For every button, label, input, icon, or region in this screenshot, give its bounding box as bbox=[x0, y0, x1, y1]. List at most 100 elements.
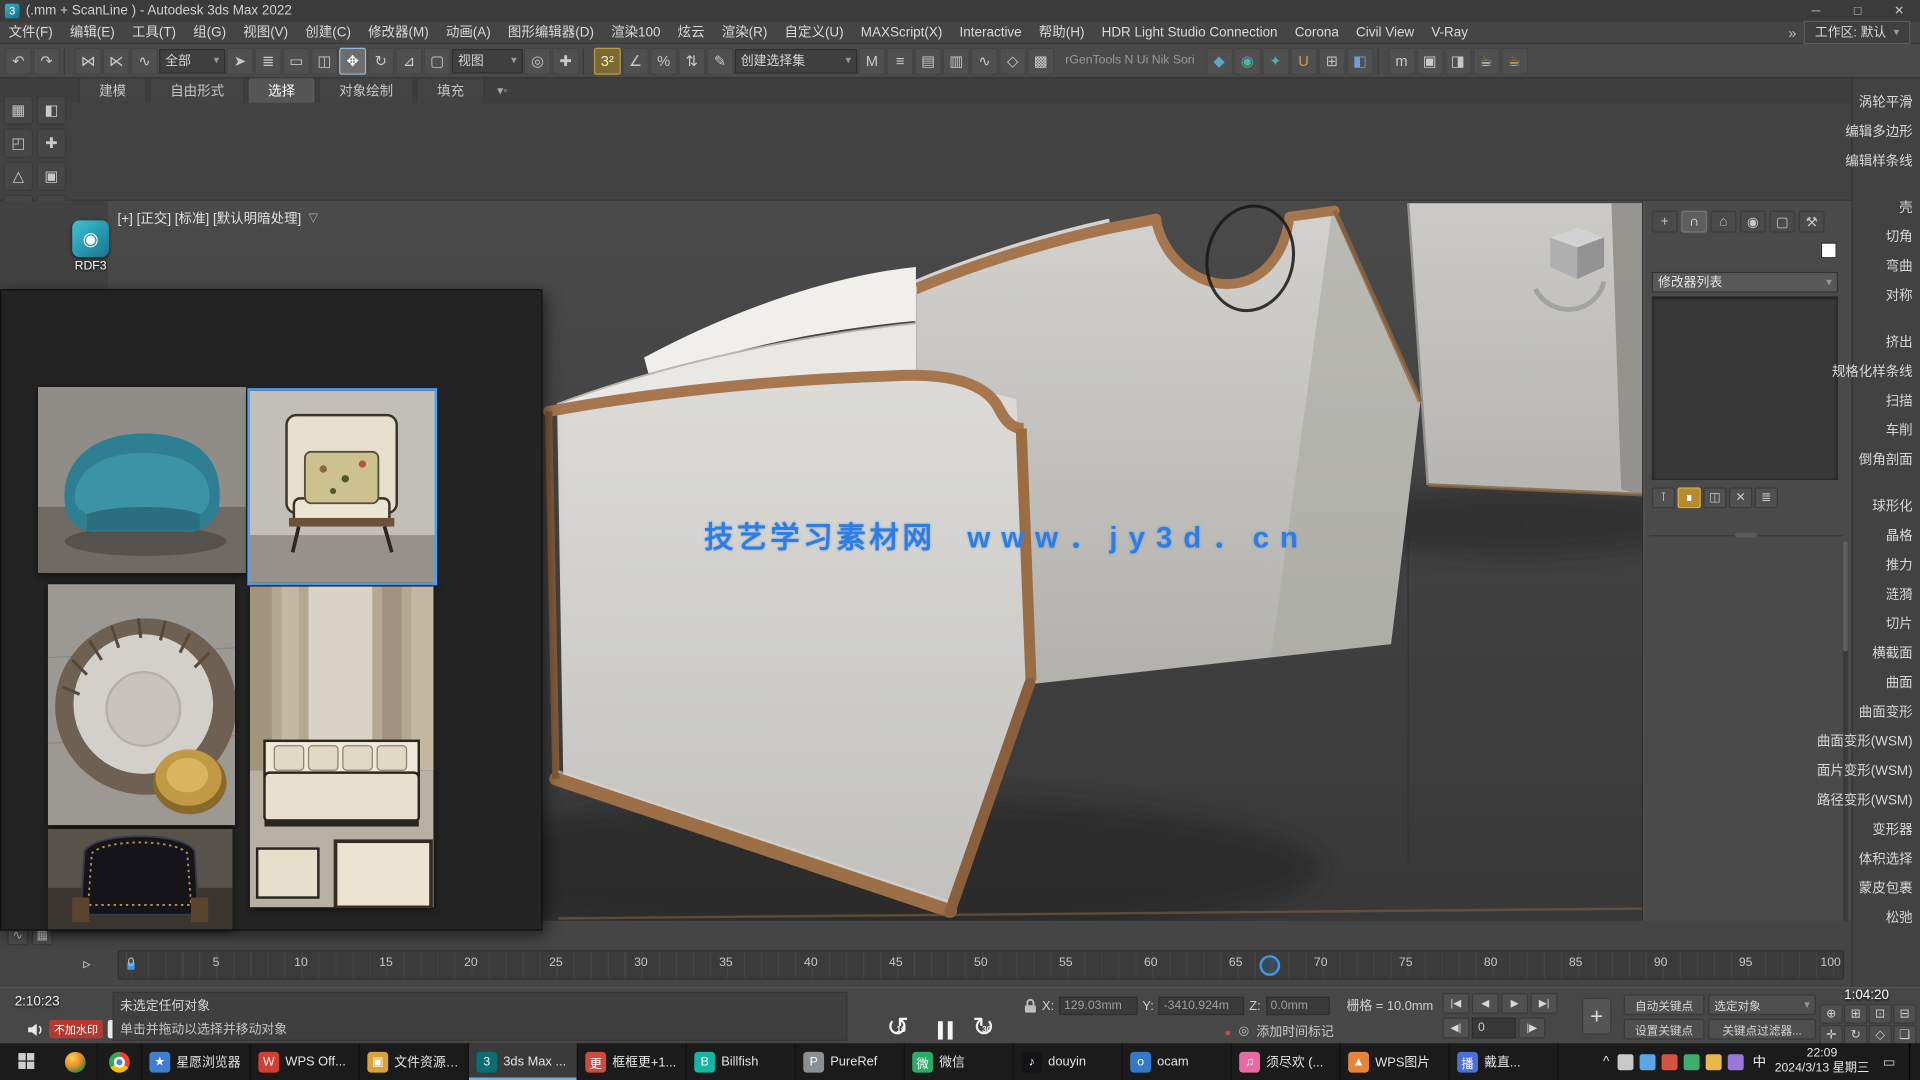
menu-item-0[interactable]: 文件(F) bbox=[0, 21, 61, 43]
left-tool-icon-6[interactable]: ▣ bbox=[37, 162, 66, 191]
modifier-button-晶格[interactable]: 晶格 bbox=[1853, 522, 1920, 551]
record-dot-icon[interactable]: ● bbox=[1224, 1026, 1231, 1038]
taskbar-item-3ds Max ...[interactable]: 33ds Max ... bbox=[469, 1043, 578, 1080]
taskbar-item-WPS Off...[interactable]: WWPS Off... bbox=[251, 1043, 360, 1080]
modifier-button-蒙皮包裹[interactable]: 蒙皮包裹 bbox=[1853, 874, 1920, 903]
go-to-end-button[interactable]: ▶| bbox=[1531, 993, 1558, 1014]
ribbon-tab-填充[interactable]: 填充 bbox=[416, 77, 485, 103]
taskbar-item-browser[interactable] bbox=[54, 1043, 98, 1080]
modifier-button-对称[interactable]: 对称 bbox=[1853, 282, 1920, 311]
select-object-icon[interactable]: ➤ bbox=[227, 47, 254, 74]
start-button[interactable] bbox=[0, 1043, 54, 1080]
set-key-button[interactable]: 设置关键点 bbox=[1624, 1019, 1705, 1040]
render-production-icon[interactable]: ☕ bbox=[1473, 47, 1500, 74]
minimize-button[interactable]: ─ bbox=[1795, 0, 1837, 22]
taskbar-item-WPS图片[interactable]: ▲WPS图片 bbox=[1341, 1043, 1450, 1080]
select-and-move-icon[interactable]: ✥ bbox=[339, 47, 366, 74]
curve-editor-icon[interactable]: ∿ bbox=[971, 47, 998, 74]
pan-icon[interactable]: ✛ bbox=[1820, 1025, 1843, 1045]
notification-center-icon[interactable]: ▭ bbox=[1878, 1054, 1901, 1070]
modifier-button-涟漪[interactable]: 涟漪 bbox=[1853, 580, 1920, 609]
time-slider-track[interactable]: 0510152025303540455055606570758085909510… bbox=[118, 950, 1845, 979]
select-and-scale-icon[interactable]: ⊿ bbox=[396, 47, 423, 74]
display-tab-icon[interactable]: ▢ bbox=[1769, 211, 1795, 233]
zoom-region-icon[interactable]: ⊟ bbox=[1893, 1004, 1916, 1024]
reference-image-beige-armchair[interactable] bbox=[250, 391, 435, 583]
bind-to-space-warp-icon[interactable]: ∿ bbox=[131, 47, 158, 74]
percent-snap-toggle-icon[interactable]: % bbox=[650, 47, 677, 74]
modifier-button-曲面变形[interactable]: 曲面变形 bbox=[1853, 698, 1920, 727]
tray-icon-4[interactable] bbox=[1684, 1054, 1700, 1070]
clock[interactable]: 22:09 2024/3/13 星期三 bbox=[1775, 1047, 1870, 1076]
menu-item-4[interactable]: 视图(V) bbox=[235, 21, 297, 43]
create-tab-icon[interactable]: + bbox=[1652, 211, 1678, 233]
modifier-button-面片变形(WSM)[interactable]: 面片变形(WSM) bbox=[1853, 757, 1920, 786]
previous-frame-button[interactable]: ◀ bbox=[1472, 993, 1499, 1014]
show-end-result-button[interactable]: ∎ bbox=[1678, 487, 1701, 508]
modifier-button-扫描[interactable]: 扫描 bbox=[1853, 387, 1920, 416]
modifier-button-横截面[interactable]: 横截面 bbox=[1853, 639, 1920, 668]
menu-item-11[interactable]: 渲染(R) bbox=[713, 21, 776, 43]
pause-button[interactable] bbox=[938, 1021, 953, 1039]
use-pivot-point-center-icon[interactable]: ◎ bbox=[524, 47, 551, 74]
modifier-button-曲面[interactable]: 曲面 bbox=[1853, 669, 1920, 698]
motion-tab-icon[interactable]: ◉ bbox=[1740, 211, 1766, 233]
rendered-frame-window-icon[interactable]: ◨ bbox=[1444, 47, 1471, 74]
ribbon-tab-对象绘制[interactable]: 对象绘制 bbox=[318, 77, 414, 103]
taskbar-item-ocam[interactable]: oocam bbox=[1123, 1043, 1232, 1080]
time-slider-handle[interactable] bbox=[1259, 955, 1280, 976]
menu-item-8[interactable]: 图形编辑器(D) bbox=[499, 21, 602, 43]
redo-icon[interactable]: ↷ bbox=[33, 47, 60, 74]
modifier-stack-list[interactable] bbox=[1652, 296, 1838, 480]
select-and-link-icon[interactable]: ⋈ bbox=[75, 47, 102, 74]
window-crossing-toggle-icon[interactable]: ◫ bbox=[311, 47, 338, 74]
menu-item-5[interactable]: 创建(C) bbox=[297, 21, 360, 43]
menu-item-6[interactable]: 修改器(M) bbox=[360, 21, 438, 43]
viewport-label[interactable]: [+] [正交] [标准] [默认明暗处理] ▽ bbox=[118, 208, 319, 228]
modifier-button-曲面变形(WSM)[interactable]: 曲面变形(WSM) bbox=[1853, 727, 1920, 756]
toggle-ribbon-icon[interactable]: ▥ bbox=[943, 47, 970, 74]
edit-named-selection-sets-icon[interactable]: ✎ bbox=[707, 47, 734, 74]
ribbon-config-icon[interactable]: ▾◦ bbox=[497, 84, 508, 97]
menu-item-1[interactable]: 编辑(E) bbox=[61, 21, 123, 43]
track-bar-arrow-icon[interactable]: ▹ bbox=[83, 955, 90, 972]
tray-icon-6[interactable] bbox=[1728, 1054, 1744, 1070]
modifier-button-切角[interactable]: 切角 bbox=[1853, 223, 1920, 252]
left-tool-icon-4[interactable]: ✚ bbox=[37, 129, 66, 158]
target-icon[interactable]: ◎ bbox=[1238, 1025, 1249, 1038]
reference-coordinate-system-dropdown[interactable]: 视图▾ bbox=[452, 48, 523, 72]
ribbon-tab-自由形式[interactable]: 自由形式 bbox=[149, 77, 245, 103]
make-unique-button[interactable]: ◫ bbox=[1703, 487, 1726, 508]
spinner-snap-toggle-icon[interactable]: ⇅ bbox=[678, 47, 705, 74]
menu-item-18[interactable]: Civil View bbox=[1347, 21, 1422, 43]
menu-item-12[interactable]: 自定义(U) bbox=[776, 21, 852, 43]
menu-item-2[interactable]: 工具(T) bbox=[123, 21, 184, 43]
reference-image-black-chair[interactable] bbox=[48, 829, 233, 929]
current-frame-field[interactable]: 0 bbox=[1472, 1018, 1516, 1039]
modifier-button-涡轮平滑[interactable]: 涡轮平滑 bbox=[1853, 88, 1920, 117]
maximize-viewport-toggle-icon[interactable]: ❏ bbox=[1893, 1025, 1916, 1045]
reference-image-living-room[interactable] bbox=[250, 587, 434, 908]
render-settings-icon[interactable]: ▣ bbox=[1416, 47, 1443, 74]
taskbar-item-戴直...[interactable]: 播戴直... bbox=[1450, 1043, 1559, 1080]
rectangular-selection-region-icon[interactable]: ▭ bbox=[283, 47, 310, 74]
menu-item-14[interactable]: Interactive bbox=[951, 21, 1030, 43]
reference-image-round-chair[interactable] bbox=[48, 584, 235, 825]
modifier-button-体积选择[interactable]: 体积选择 bbox=[1853, 845, 1920, 874]
plugin-icon-4[interactable]: ⊞ bbox=[1318, 47, 1345, 74]
add-key-button[interactable]: + bbox=[1582, 998, 1611, 1035]
left-tool-icon-1[interactable]: ▦ bbox=[4, 96, 33, 125]
menu-item-13[interactable]: MAXScript(X) bbox=[852, 21, 951, 43]
modifier-button-球形化[interactable]: 球形化 bbox=[1853, 492, 1920, 521]
skip-forward-button[interactable]: ↻ 30 bbox=[972, 1015, 1004, 1044]
reference-image-window[interactable] bbox=[0, 289, 542, 931]
utilities-tab-icon[interactable]: ⚒ bbox=[1799, 211, 1825, 233]
taskbar-item-Billfish[interactable]: BBillfish bbox=[687, 1043, 796, 1080]
modify-tab-icon[interactable]: ∩ bbox=[1681, 211, 1707, 233]
taskbar-item-星愿浏览器[interactable]: ★星愿浏览器 bbox=[142, 1043, 251, 1080]
z-coordinate-field[interactable]: 0.0mm bbox=[1266, 997, 1330, 1015]
zoom-extents-icon[interactable]: ⊡ bbox=[1869, 1004, 1892, 1024]
taskbar-item-须尽欢 (...[interactable]: ♫须尽欢 (... bbox=[1232, 1043, 1341, 1080]
align-icon[interactable]: ≡ bbox=[887, 47, 914, 74]
select-and-rotate-icon[interactable]: ↻ bbox=[367, 47, 394, 74]
